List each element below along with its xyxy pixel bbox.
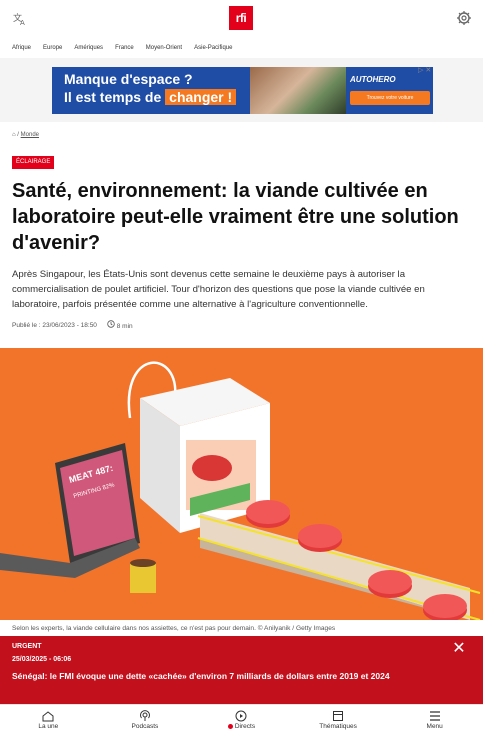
svg-text:A: A [20, 19, 25, 27]
live-dot-icon [227, 723, 233, 729]
ad-headline: Manque d'espace ? [64, 71, 193, 87]
breaking-news-banner[interactable]: URGENT 25/03/2025 - 06:06 Sénégal: le FM… [0, 636, 483, 704]
alert-text[interactable]: Sénégal: le FMI évoque une dette «cachée… [12, 670, 432, 682]
alert-kicker: URGENT [12, 643, 42, 650]
ad-choices-icon[interactable]: ▷ ✕ [418, 66, 431, 74]
nav-item-podcasts[interactable]: Podcasts [97, 705, 194, 735]
home-icon [41, 710, 55, 722]
article-tag[interactable]: Éclairage [12, 156, 55, 169]
region-link[interactable]: Asie-Pacifique [194, 38, 232, 58]
article-lede: Après Singapour, les États-Unis sont dev… [12, 269, 425, 310]
home-icon[interactable]: ⌂ [12, 132, 16, 138]
ad-subline: Il est temps de changer ! [64, 89, 237, 105]
meat-printer-illustration: MEAT 487: PRINTING 82% [0, 348, 483, 620]
ad-cta-button[interactable]: Trouvez votre voiture [350, 91, 430, 105]
read-time: 8 min [107, 320, 133, 330]
clock-icon [107, 320, 115, 328]
image-caption: Selon les experts, la viande cellulaire … [12, 625, 336, 632]
nav-label: Directs [227, 723, 256, 730]
region-link[interactable]: Amériques [74, 38, 103, 58]
breadcrumb: ⌂ / Monde [12, 132, 39, 138]
bottom-navigation: La une Podcasts Directs Thématiques Menu [0, 704, 483, 735]
translate-icon[interactable]: 文A [12, 11, 28, 27]
region-link[interactable]: Europe [43, 38, 62, 58]
alert-date: 25/03/2025 - 06:06 [12, 656, 72, 663]
ad-zone: Manque d'espace ? Il est temps de change… [0, 58, 483, 122]
gear-icon[interactable] [456, 10, 472, 26]
region-link[interactable]: France [115, 38, 134, 58]
nav-item-la-une[interactable]: La une [0, 705, 97, 735]
menu-icon [428, 710, 442, 722]
nav-item-directs[interactable]: Directs [193, 705, 290, 735]
nav-item-menu[interactable]: Menu [386, 705, 483, 735]
nav-label-text: Directs [234, 723, 256, 730]
rfi-logo[interactable]: rfi [229, 6, 253, 30]
article-hero-image[interactable]: MEAT 487: PRINTING 82% [0, 348, 483, 620]
article-meta: Publié le : 23/06/2023 - 18:50 8 min [12, 320, 133, 330]
nav-label: Menu [426, 723, 443, 730]
close-icon[interactable]: ✕ [452, 641, 466, 657]
region-link[interactable]: Moyen-Orient [146, 38, 182, 58]
nav-item-thematiques[interactable]: Thématiques [290, 705, 387, 735]
top-bar: 文A rfi [0, 0, 483, 38]
read-time-value: 8 min [116, 323, 133, 330]
nav-label: Podcasts [131, 723, 159, 730]
region-link[interactable]: Afrique [12, 38, 31, 58]
article-title: Santé, environnement: la viande cultivée… [12, 180, 459, 254]
themes-icon [331, 710, 345, 722]
publish-date: Publié le : 23/06/2023 - 18:50 [12, 321, 97, 329]
ad-subline-prefix: Il est temps de [64, 89, 162, 105]
play-icon [234, 710, 248, 722]
podcast-icon [138, 710, 152, 722]
ad-photo [250, 67, 346, 114]
breadcrumb-section[interactable]: Monde [21, 132, 39, 138]
ad-highlight: changer ! [165, 89, 237, 105]
nav-label: Thématiques [319, 723, 357, 730]
advertisement-banner[interactable]: Manque d'espace ? Il est temps de change… [52, 67, 433, 114]
region-nav: Afrique Europe Amériques France Moyen-Or… [0, 38, 483, 58]
nav-label: La une [38, 723, 59, 730]
ad-brand: AUTOHERO [350, 75, 396, 84]
